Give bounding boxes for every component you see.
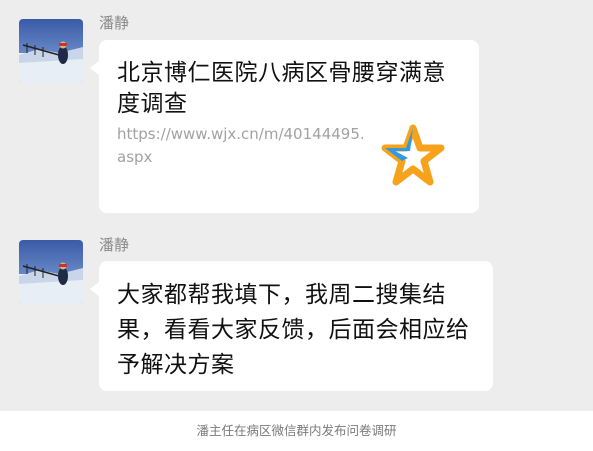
link-card-bubble[interactable]: 北京博仁医院八病区骨腰穿满意度调查 https://www.wjx.cn/m/4…	[90, 40, 479, 213]
sender-name: 潘静	[99, 14, 130, 32]
text-message-bubble[interactable]: 大家都帮我填下，我周二搜集结果，看看大家反馈，后面会相应给予解决方案	[90, 261, 493, 391]
star-logo-icon	[381, 124, 445, 188]
chat-area: 潘静 北京博仁医院八病区骨腰穿满意度调查 https://www.wjx.cn/…	[0, 0, 593, 411]
image-caption: 潘主任在病区微信群内发布问卷调研	[196, 423, 397, 438]
link-title: 北京博仁医院八病区骨腰穿满意度调查	[117, 60, 446, 117]
link-url: https://www.wjx.cn/m/40144495.aspx	[117, 125, 365, 166]
sender-avatar[interactable]	[19, 19, 83, 83]
message-text: 大家都帮我填下，我周二搜集结果，看看大家反馈，后面会相应给予解决方案	[117, 282, 470, 378]
sender-name: 潘静	[99, 236, 130, 254]
sender-avatar[interactable]	[19, 240, 83, 304]
